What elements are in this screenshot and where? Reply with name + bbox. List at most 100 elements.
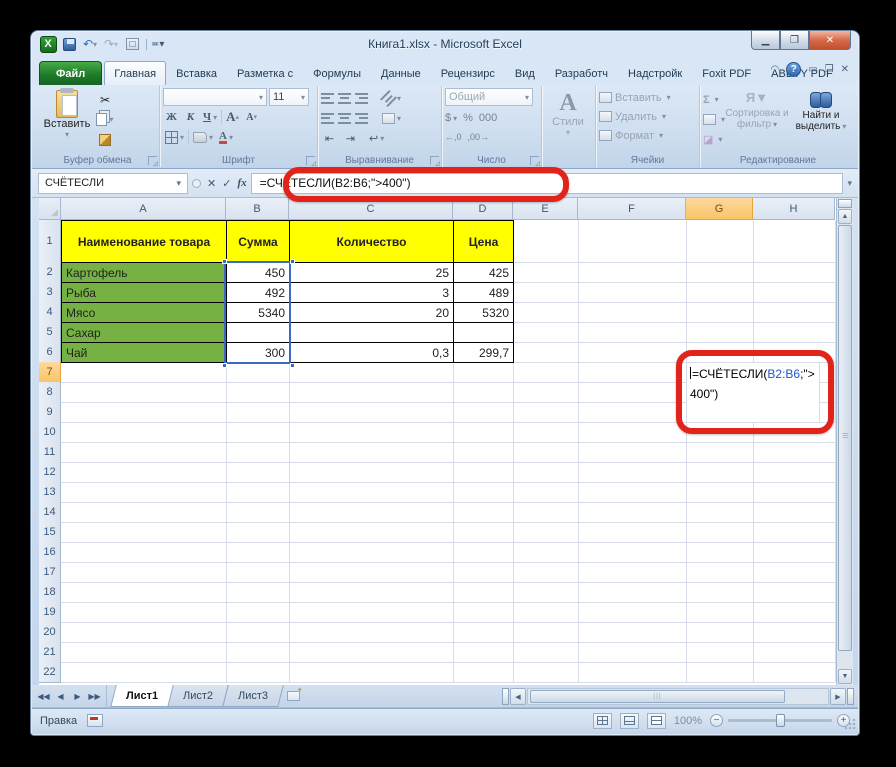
selection-handle[interactable] xyxy=(290,363,295,368)
row-header-9[interactable]: 9 xyxy=(39,402,61,423)
zoom-out-button[interactable]: − xyxy=(710,714,723,727)
format-painter-button[interactable] xyxy=(95,131,115,148)
row-header-12[interactable]: 12 xyxy=(39,462,61,483)
next-sheet-button[interactable]: ▶ xyxy=(70,689,85,704)
workbook-minimize-icon[interactable]: ▭ xyxy=(808,64,817,75)
tab-Вставка[interactable]: Вставка xyxy=(166,61,227,85)
row-header-2[interactable]: 2 xyxy=(39,262,61,283)
header-cell[interactable]: Сумма xyxy=(226,220,290,263)
cell-A6[interactable]: Чай xyxy=(61,342,227,363)
row-header-7[interactable]: 7 xyxy=(39,362,61,383)
cell-D3[interactable]: 489 xyxy=(453,282,514,303)
prev-sheet-button[interactable]: ◀ xyxy=(53,689,68,704)
cell-B2[interactable]: 450 xyxy=(226,262,290,283)
underline-button[interactable]: Ч xyxy=(201,108,219,126)
align-center-button[interactable] xyxy=(338,112,351,124)
column-header-G[interactable]: G xyxy=(686,198,753,220)
row-header-10[interactable]: 10 xyxy=(39,422,61,443)
cut-button[interactable]: ✂ xyxy=(95,91,115,108)
font-name-combo[interactable] xyxy=(163,88,267,106)
align-right-button[interactable] xyxy=(355,112,368,124)
cell-B4[interactable]: 5340 xyxy=(226,302,290,323)
italic-button[interactable]: К xyxy=(182,108,199,126)
insert-worksheet-button[interactable] xyxy=(280,685,306,707)
shrink-font-button[interactable]: А ▾ xyxy=(243,108,260,126)
horizontal-scrollbar[interactable]: ◀ ▶ xyxy=(502,688,854,705)
header-cell[interactable]: Цена xyxy=(453,220,514,263)
row-header-8[interactable]: 8 xyxy=(39,382,61,403)
macro-record-icon[interactable] xyxy=(87,714,104,727)
column-header-C[interactable]: C xyxy=(289,198,453,220)
autosum-button[interactable]: Σ xyxy=(703,90,725,109)
align-top-button[interactable] xyxy=(321,92,334,104)
cell-editor-G7[interactable]: =СЧЁТЕСЛИ(B2:B6;"> 400") xyxy=(686,362,820,423)
workbook-close-icon[interactable]: ✕ xyxy=(841,64,849,75)
tab-Разметка с[interactable]: Разметка с xyxy=(227,61,303,85)
cell-D6[interactable]: 299,7 xyxy=(453,342,514,363)
vertical-split-handle[interactable] xyxy=(838,199,852,208)
sheet-tab-Лист1[interactable]: Лист1 xyxy=(110,685,174,707)
fill-color-button[interactable] xyxy=(191,128,215,146)
cell-D2[interactable]: 425 xyxy=(453,262,514,283)
first-sheet-button[interactable]: ◀◀ xyxy=(36,689,51,704)
scroll-down-button[interactable]: ▼ xyxy=(838,669,852,684)
row-header-6[interactable]: 6 xyxy=(39,342,61,363)
row-header-22[interactable]: 22 xyxy=(39,662,61,683)
horizontal-split-handle[interactable] xyxy=(502,688,509,705)
column-header-F[interactable]: F xyxy=(578,198,686,220)
column-header-D[interactable]: D xyxy=(453,198,513,220)
restore-button[interactable]: ❐ xyxy=(780,31,809,50)
confirm-entry-button[interactable]: ✓ xyxy=(222,177,231,190)
merge-center-button[interactable] xyxy=(380,109,403,127)
increase-decimal-button[interactable]: ←,0 xyxy=(445,132,462,142)
horizontal-scroll-track[interactable] xyxy=(527,688,829,705)
tab-Формулы[interactable]: Формулы xyxy=(303,61,371,85)
tab-Данные[interactable]: Данные xyxy=(371,61,431,85)
tab-Foxit PDF[interactable]: Foxit PDF xyxy=(692,61,761,85)
row-header-14[interactable]: 14 xyxy=(39,502,61,523)
cell-A4[interactable]: Мясо xyxy=(61,302,227,323)
tab-Вид[interactable]: Вид xyxy=(505,61,545,85)
close-button[interactable]: ✕ xyxy=(809,31,851,50)
number-dialog-launcher[interactable] xyxy=(530,156,540,167)
horizontal-scroll-thumb[interactable] xyxy=(530,690,785,703)
number-format-combo[interactable]: Общий xyxy=(445,88,533,106)
row-header-16[interactable]: 16 xyxy=(39,542,61,563)
bold-button[interactable]: Ж xyxy=(163,108,180,126)
tab-Главная[interactable]: Главная xyxy=(104,61,167,85)
cell-D4[interactable]: 5320 xyxy=(453,302,514,323)
cell-C3[interactable]: 3 xyxy=(289,282,454,303)
delete-cells-button[interactable]: Удалить xyxy=(599,107,696,126)
scroll-up-button[interactable]: ▲ xyxy=(838,209,852,224)
row-header-3[interactable]: 3 xyxy=(39,282,61,303)
row-header-4[interactable]: 4 xyxy=(39,302,61,323)
horizontal-split-handle-2[interactable] xyxy=(847,688,854,705)
sheet-tab-Лист2[interactable]: Лист2 xyxy=(167,685,229,707)
orientation-button[interactable] xyxy=(380,89,403,107)
name-box[interactable]: СЧЁТЕСЛИ ▾ xyxy=(38,172,188,194)
row-header-19[interactable]: 19 xyxy=(39,602,61,623)
row-header-13[interactable]: 13 xyxy=(39,482,61,503)
expand-formula-bar-icon[interactable]: ▾ xyxy=(847,178,852,189)
name-box-dropdown-icon[interactable]: ▾ xyxy=(176,178,181,189)
help-icon[interactable]: ? xyxy=(786,62,802,77)
cell-A5[interactable]: Сахар xyxy=(61,322,227,343)
styles-button[interactable]: А Стили ▾ xyxy=(545,88,591,152)
row-header-5[interactable]: 5 xyxy=(39,322,61,343)
decrease-decimal-button[interactable]: ,00→ xyxy=(468,132,490,142)
tab-file[interactable]: Файл xyxy=(39,61,103,85)
cell-A2[interactable]: Картофель xyxy=(61,262,227,283)
wrap-text-button[interactable]: ↩ xyxy=(367,129,386,147)
row-header-11[interactable]: 11 xyxy=(39,442,61,463)
minimize-button[interactable]: ▁ xyxy=(751,31,780,50)
column-header-B[interactable]: B xyxy=(226,198,289,220)
vertical-scrollbar[interactable]: ▲ ▼ xyxy=(836,198,853,685)
fill-button[interactable] xyxy=(703,110,725,129)
scroll-left-button[interactable]: ◀ xyxy=(510,688,526,705)
font-color-button[interactable]: А xyxy=(217,128,235,146)
font-size-combo[interactable]: 11 xyxy=(269,88,309,106)
cell-C6[interactable]: 0,3 xyxy=(289,342,454,363)
row-header-17[interactable]: 17 xyxy=(39,562,61,583)
insert-cells-button[interactable]: Вставить xyxy=(599,88,696,107)
resize-grip[interactable] xyxy=(844,718,856,730)
